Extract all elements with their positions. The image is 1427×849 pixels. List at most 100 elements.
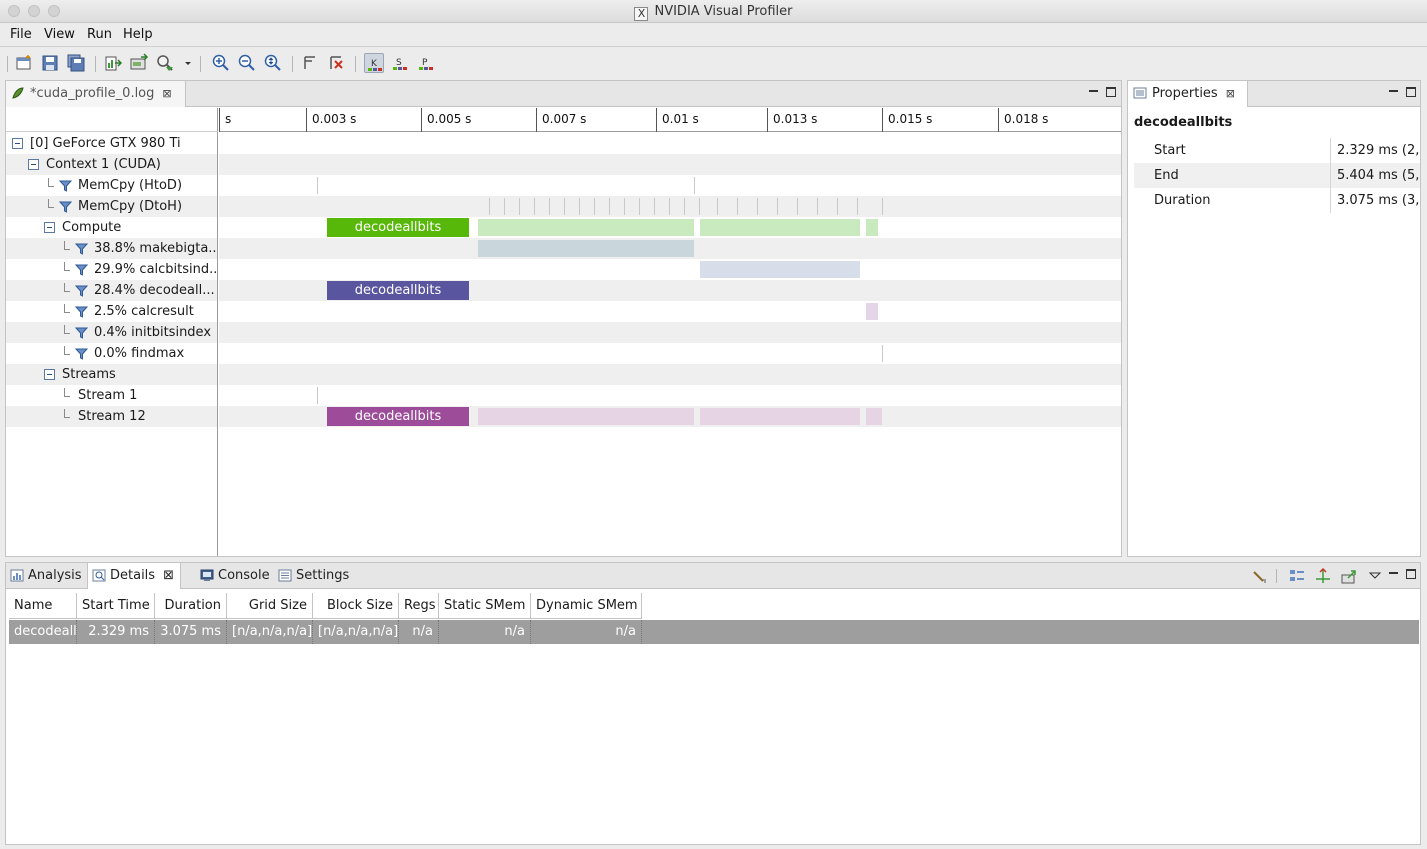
column-header[interactable]: Start Time	[77, 593, 155, 619]
kernel-bar-decodeallbits[interactable]: decodeallbits	[327, 281, 469, 300]
tab-properties[interactable]: Properties ⊠	[1128, 81, 1248, 107]
filter-icon[interactable]	[59, 180, 72, 192]
save-button[interactable]	[40, 53, 60, 73]
timeline-canvas[interactable]: s 0.003 s 0.005 s 0.007 s 0.01 s 0.013 s…	[219, 108, 1121, 556]
menu-view[interactable]: View	[44, 27, 75, 42]
tree-row-kernel[interactable]: 28.4% decodeall...	[6, 280, 217, 301]
zoom-in-button[interactable]	[211, 53, 231, 73]
kernel-bar-makebigtable[interactable]	[478, 240, 694, 257]
memcpy-marker[interactable]	[654, 198, 655, 215]
memcpy-marker[interactable]	[624, 198, 625, 215]
memcpy-marker[interactable]	[757, 198, 758, 215]
memcpy-marker[interactable]	[777, 198, 778, 215]
tree-row-device[interactable]: [0] GeForce GTX 980 Ti	[6, 133, 217, 154]
column-header[interactable]: Dynamic SMem	[531, 593, 642, 619]
column-header[interactable]: Name	[9, 593, 77, 619]
kernel-bar-calcresult[interactable]	[866, 219, 878, 236]
menu-help[interactable]: Help	[123, 27, 153, 42]
memcpy-marker[interactable]	[564, 198, 565, 215]
memcpy-marker[interactable]	[639, 198, 640, 215]
collapse-icon[interactable]	[44, 369, 55, 380]
zoom-fit-button[interactable]	[263, 53, 283, 73]
menu-file[interactable]: File	[10, 27, 32, 42]
new-session-button[interactable]	[14, 53, 34, 73]
tree-row-kernel[interactable]: 38.8% makebigta...	[6, 238, 217, 259]
filter-icon[interactable]	[75, 264, 88, 276]
clear-button[interactable]	[326, 53, 346, 73]
export-details-icon[interactable]	[1340, 567, 1358, 585]
run-analysis-dropdown[interactable]	[178, 53, 191, 73]
stream-activity[interactable]	[478, 408, 694, 425]
memcpy-marker[interactable]	[594, 198, 595, 215]
tree-row-kernel[interactable]: 2.5% calcresult	[6, 301, 217, 322]
stream-activity[interactable]	[866, 408, 882, 425]
tab-details[interactable]: Details ⊠	[87, 563, 181, 589]
tree-row-memcpy-dtoh[interactable]: MemCpy (DtoH)	[6, 196, 217, 217]
close-tab-icon[interactable]: ⊠	[1226, 87, 1235, 100]
tree-row-compute[interactable]: Compute	[6, 217, 217, 238]
filter-icon[interactable]	[75, 327, 88, 339]
kernel-bar-decodeallbits[interactable]: decodeallbits	[327, 407, 469, 426]
tree-row-streams[interactable]: Streams	[6, 364, 217, 385]
minimize-pane-button[interactable]	[1089, 86, 1098, 92]
zoom-out-button[interactable]	[237, 53, 257, 73]
property-row[interactable]: Duration 3.075 ms (3,	[1134, 188, 1420, 213]
kernel-bar-calcbitsindex[interactable]	[700, 219, 860, 236]
filter-icon[interactable]	[59, 201, 72, 213]
process-view-toggle[interactable]: P	[416, 53, 436, 73]
menu-run[interactable]: Run	[87, 27, 112, 42]
import-button[interactable]	[103, 53, 123, 73]
tree-row-stream[interactable]: Stream 1	[6, 385, 217, 406]
link-selection-icon[interactable]	[1314, 567, 1332, 585]
column-header[interactable]: Duration	[155, 593, 227, 619]
memcpy-marker[interactable]	[504, 198, 505, 215]
kernel-bar-makebigtable[interactable]	[478, 219, 694, 236]
stream-marker[interactable]	[317, 387, 318, 404]
property-row[interactable]: End 5.404 ms (5,	[1134, 163, 1420, 188]
tab-settings[interactable]: Settings	[274, 563, 355, 589]
tree-row-kernel[interactable]: 0.0% findmax	[6, 343, 217, 364]
property-row[interactable]: Start 2.329 ms (2,	[1134, 138, 1420, 163]
collapse-icon[interactable]	[28, 159, 39, 170]
memcpy-marker[interactable]	[857, 198, 858, 215]
column-header[interactable]: Block Size	[313, 593, 399, 619]
view-menu-icon[interactable]	[1366, 567, 1384, 585]
maximize-pane-button[interactable]	[1406, 87, 1416, 97]
memcpy-marker[interactable]	[882, 198, 883, 215]
tree-row-kernel[interactable]: 29.9% calcbitsind...	[6, 259, 217, 280]
memcpy-marker[interactable]	[519, 198, 520, 215]
run-analysis-button[interactable]	[155, 53, 175, 73]
kernel-bar-calcbitsindex[interactable]	[700, 261, 860, 278]
tab-cuda-profile[interactable]: *cuda_profile_0.log ⊠	[6, 81, 186, 107]
column-header[interactable]: Regs	[399, 593, 439, 619]
column-header[interactable]: Static SMem	[439, 593, 531, 619]
tree-row-context[interactable]: Context 1 (CUDA)	[6, 154, 217, 175]
tree-row-stream[interactable]: Stream 12	[6, 406, 217, 427]
maximize-pane-button[interactable]	[1106, 87, 1116, 97]
filter-icon[interactable]	[75, 243, 88, 255]
tab-console[interactable]: Console	[196, 563, 276, 589]
memcpy-marker[interactable]	[694, 177, 695, 194]
kernel-bar-decodeallbits[interactable]: decodeallbits	[327, 218, 469, 237]
save-all-button[interactable]	[66, 53, 86, 73]
filter-icon[interactable]	[75, 306, 88, 318]
export-button[interactable]	[129, 53, 149, 73]
collapse-icon[interactable]	[12, 138, 23, 149]
kernel-bar-calcresult[interactable]	[866, 303, 878, 320]
memcpy-marker[interactable]	[579, 198, 580, 215]
memcpy-marker[interactable]	[609, 198, 610, 215]
memcpy-marker[interactable]	[669, 198, 670, 215]
column-header[interactable]: Grid Size	[227, 593, 313, 619]
memcpy-marker[interactable]	[817, 198, 818, 215]
minimize-pane-button[interactable]	[1389, 86, 1398, 92]
memcpy-marker[interactable]	[684, 198, 685, 215]
memcpy-marker[interactable]	[837, 198, 838, 215]
filter-icon[interactable]	[75, 348, 88, 360]
filter-icon[interactable]	[75, 285, 88, 297]
memcpy-marker[interactable]	[534, 198, 535, 215]
stream-activity[interactable]	[700, 408, 860, 425]
memcpy-marker[interactable]	[317, 177, 318, 194]
memcpy-marker[interactable]	[717, 198, 718, 215]
time-ruler[interactable]: s 0.003 s 0.005 s 0.007 s 0.01 s 0.013 s…	[219, 108, 1121, 132]
maximize-pane-button[interactable]	[1406, 569, 1416, 579]
